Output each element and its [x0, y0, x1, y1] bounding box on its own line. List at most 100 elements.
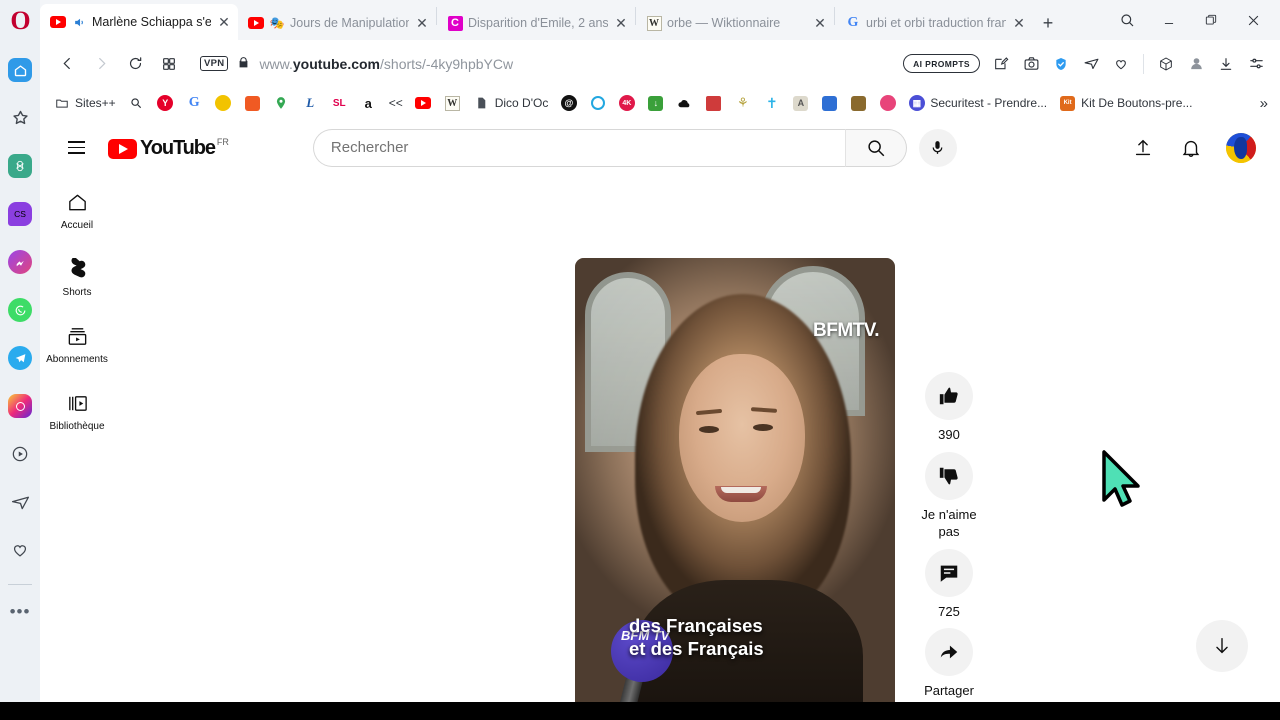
comments-button[interactable] [925, 548, 973, 597]
shorts-video-player[interactable]: BFMTV. BFM TV des Françaises et des Fran… [575, 258, 895, 702]
tab-close-button[interactable]: ✕ [812, 16, 828, 30]
ai-prompts-button[interactable]: AI PROMPTS [903, 54, 980, 73]
sidebar-item-bibliotheque[interactable]: Bibliothèque [40, 377, 114, 444]
guide-menu-button[interactable] [56, 128, 96, 168]
tab-close-button[interactable]: ✕ [414, 16, 430, 30]
sidebar-item-home[interactable] [0, 50, 40, 90]
bookmark-maps[interactable] [268, 92, 295, 115]
tabs-overview-button[interactable] [152, 47, 186, 81]
browser-tab-1[interactable]: Marlène Schiappa s'exp ✕ [40, 4, 238, 40]
vpn-badge[interactable]: VPN [200, 56, 229, 71]
forward-button[interactable] [84, 47, 118, 81]
search-input[interactable]: Rechercher [312, 128, 845, 167]
bookmark-securitest[interactable]: ▦ Securitest - Prendre... [903, 92, 1052, 115]
like-action[interactable]: 390 [913, 372, 985, 444]
sidebar-item-abonnements[interactable]: Abonnements [40, 310, 114, 377]
tab-close-button[interactable]: ✕ [1011, 16, 1027, 30]
sidebar-item-cs[interactable]: CS [0, 194, 40, 234]
sidebar-item-accueil[interactable]: Accueil [40, 176, 114, 243]
card-icon: A [792, 95, 809, 112]
sidebar-item-favorites[interactable] [0, 98, 40, 138]
whatsapp-icon [8, 298, 32, 322]
bookmark-sites[interactable]: Sites++ [48, 92, 121, 115]
snapshot-icon[interactable] [987, 49, 1015, 79]
bookmark-orange[interactable] [239, 92, 266, 115]
caption-line-1: des Françaises [629, 615, 763, 636]
tab-search-icon[interactable] [1108, 3, 1146, 37]
browser-tab-4[interactable]: W orbe — Wiktionnaire ✕ [636, 6, 834, 40]
bookmark-candy[interactable] [874, 92, 901, 115]
tab-close-button[interactable]: ✕ [216, 15, 232, 29]
scroll-down-button[interactable] [1196, 620, 1248, 672]
bookmark-cross[interactable]: ✝ [758, 92, 785, 115]
browser-tab-3[interactable]: C Disparition d'Emile, 2 ans, ✕ [437, 6, 635, 40]
sidebar-item-heart[interactable] [0, 530, 40, 570]
bookmark-search[interactable] [123, 92, 150, 115]
bookmark-calculator[interactable] [816, 92, 843, 115]
bookmark-clipboard[interactable] [700, 92, 727, 115]
download-icon[interactable] [1212, 49, 1240, 79]
upload-icon[interactable] [1130, 135, 1156, 161]
bookmark-4k[interactable]: 4K [613, 92, 640, 115]
bookmark-larousse[interactable]: L [297, 92, 324, 115]
sidebar-item-instagram[interactable] [0, 386, 40, 426]
bookmark-brown[interactable] [845, 92, 872, 115]
sidebar-item-whatsapp[interactable] [0, 290, 40, 330]
thumbs-up-icon [939, 387, 958, 405]
sidebar-item-messenger[interactable] [0, 242, 40, 282]
sidebar-item-shorts[interactable]: Shorts [40, 243, 114, 310]
maximize-restore-button[interactable] [1192, 3, 1230, 37]
bookmark-prev[interactable]: << [384, 93, 408, 113]
close-window-button[interactable] [1234, 3, 1272, 37]
back-button[interactable] [50, 47, 84, 81]
reload-button[interactable] [118, 47, 152, 81]
bookmark-youtube[interactable] [410, 92, 437, 115]
settings-sliders-icon[interactable] [1242, 49, 1270, 79]
tabs-container: Marlène Schiappa s'exp ✕ 🎭 Jours de Mani… [40, 0, 1063, 40]
sidebar-item-telegram[interactable] [0, 338, 40, 378]
sidebar-more-button[interactable]: ••• [0, 591, 40, 631]
bookmark-green-dl[interactable]: ↓ [642, 92, 669, 115]
bookmark-wiktionary[interactable]: W [439, 92, 466, 115]
minimize-button[interactable] [1150, 3, 1188, 37]
bookmark-cloud[interactable] [671, 92, 698, 115]
like-button[interactable] [925, 372, 973, 421]
browser-tab-2[interactable]: 🎭 Jours de Manipulation ✕ [238, 6, 436, 40]
cube-icon[interactable] [1152, 49, 1180, 79]
search-button[interactable] [844, 128, 907, 167]
sidebar-item-player[interactable] [0, 434, 40, 474]
avatar[interactable] [1226, 132, 1256, 163]
voice-search-button[interactable] [918, 128, 957, 167]
bookmark-google[interactable]: G [181, 92, 208, 115]
sidebar-item-label: Shorts [62, 287, 92, 298]
bookmark-kit-boutons[interactable]: Kit Kit De Boutons-pre... [1054, 92, 1197, 115]
browser-tab-5[interactable]: G urbi et orbi traduction fran ✕ [835, 6, 1033, 40]
new-tab-button[interactable]: + [1033, 6, 1063, 40]
bookmark-amazon[interactable]: a [355, 92, 382, 115]
address-bar[interactable]: VPN www.youtube.com/shorts/-4ky9hpbYCw [186, 48, 903, 80]
share-button[interactable] [925, 628, 973, 677]
bookmarks-overflow-button[interactable]: » [1260, 95, 1272, 112]
notifications-bell-icon[interactable] [1178, 135, 1204, 161]
bookmark-at[interactable]: @ [555, 92, 582, 115]
comments-action[interactable]: 725 [913, 548, 985, 621]
tab-close-button[interactable]: ✕ [613, 16, 629, 30]
youtube-logo[interactable]: YouTube FR [108, 136, 229, 160]
send-icon[interactable] [1077, 49, 1105, 79]
heart-icon[interactable] [1107, 49, 1135, 79]
share-action[interactable]: Partager [913, 628, 985, 700]
sidebar-item-chatgpt[interactable] [0, 146, 40, 186]
bookmark-dico-doc[interactable]: Dico D'Oc [468, 92, 554, 115]
bookmark-ring[interactable] [584, 92, 611, 115]
dislike-button[interactable] [925, 451, 973, 500]
bookmark-yandex[interactable]: Y [152, 92, 179, 115]
sidebar-item-send[interactable] [0, 482, 40, 522]
dislike-action[interactable]: Je n'aime pas [913, 451, 985, 541]
bookmark-tree[interactable]: ⚘ [729, 92, 756, 115]
profile-icon[interactable] [1182, 49, 1210, 79]
bookmark-yellow[interactable] [210, 92, 237, 115]
camera-icon[interactable] [1017, 49, 1045, 79]
bookmark-card[interactable]: A [787, 92, 814, 115]
bookmark-sl[interactable]: SL [326, 92, 353, 115]
shield-icon[interactable] [1047, 49, 1075, 79]
